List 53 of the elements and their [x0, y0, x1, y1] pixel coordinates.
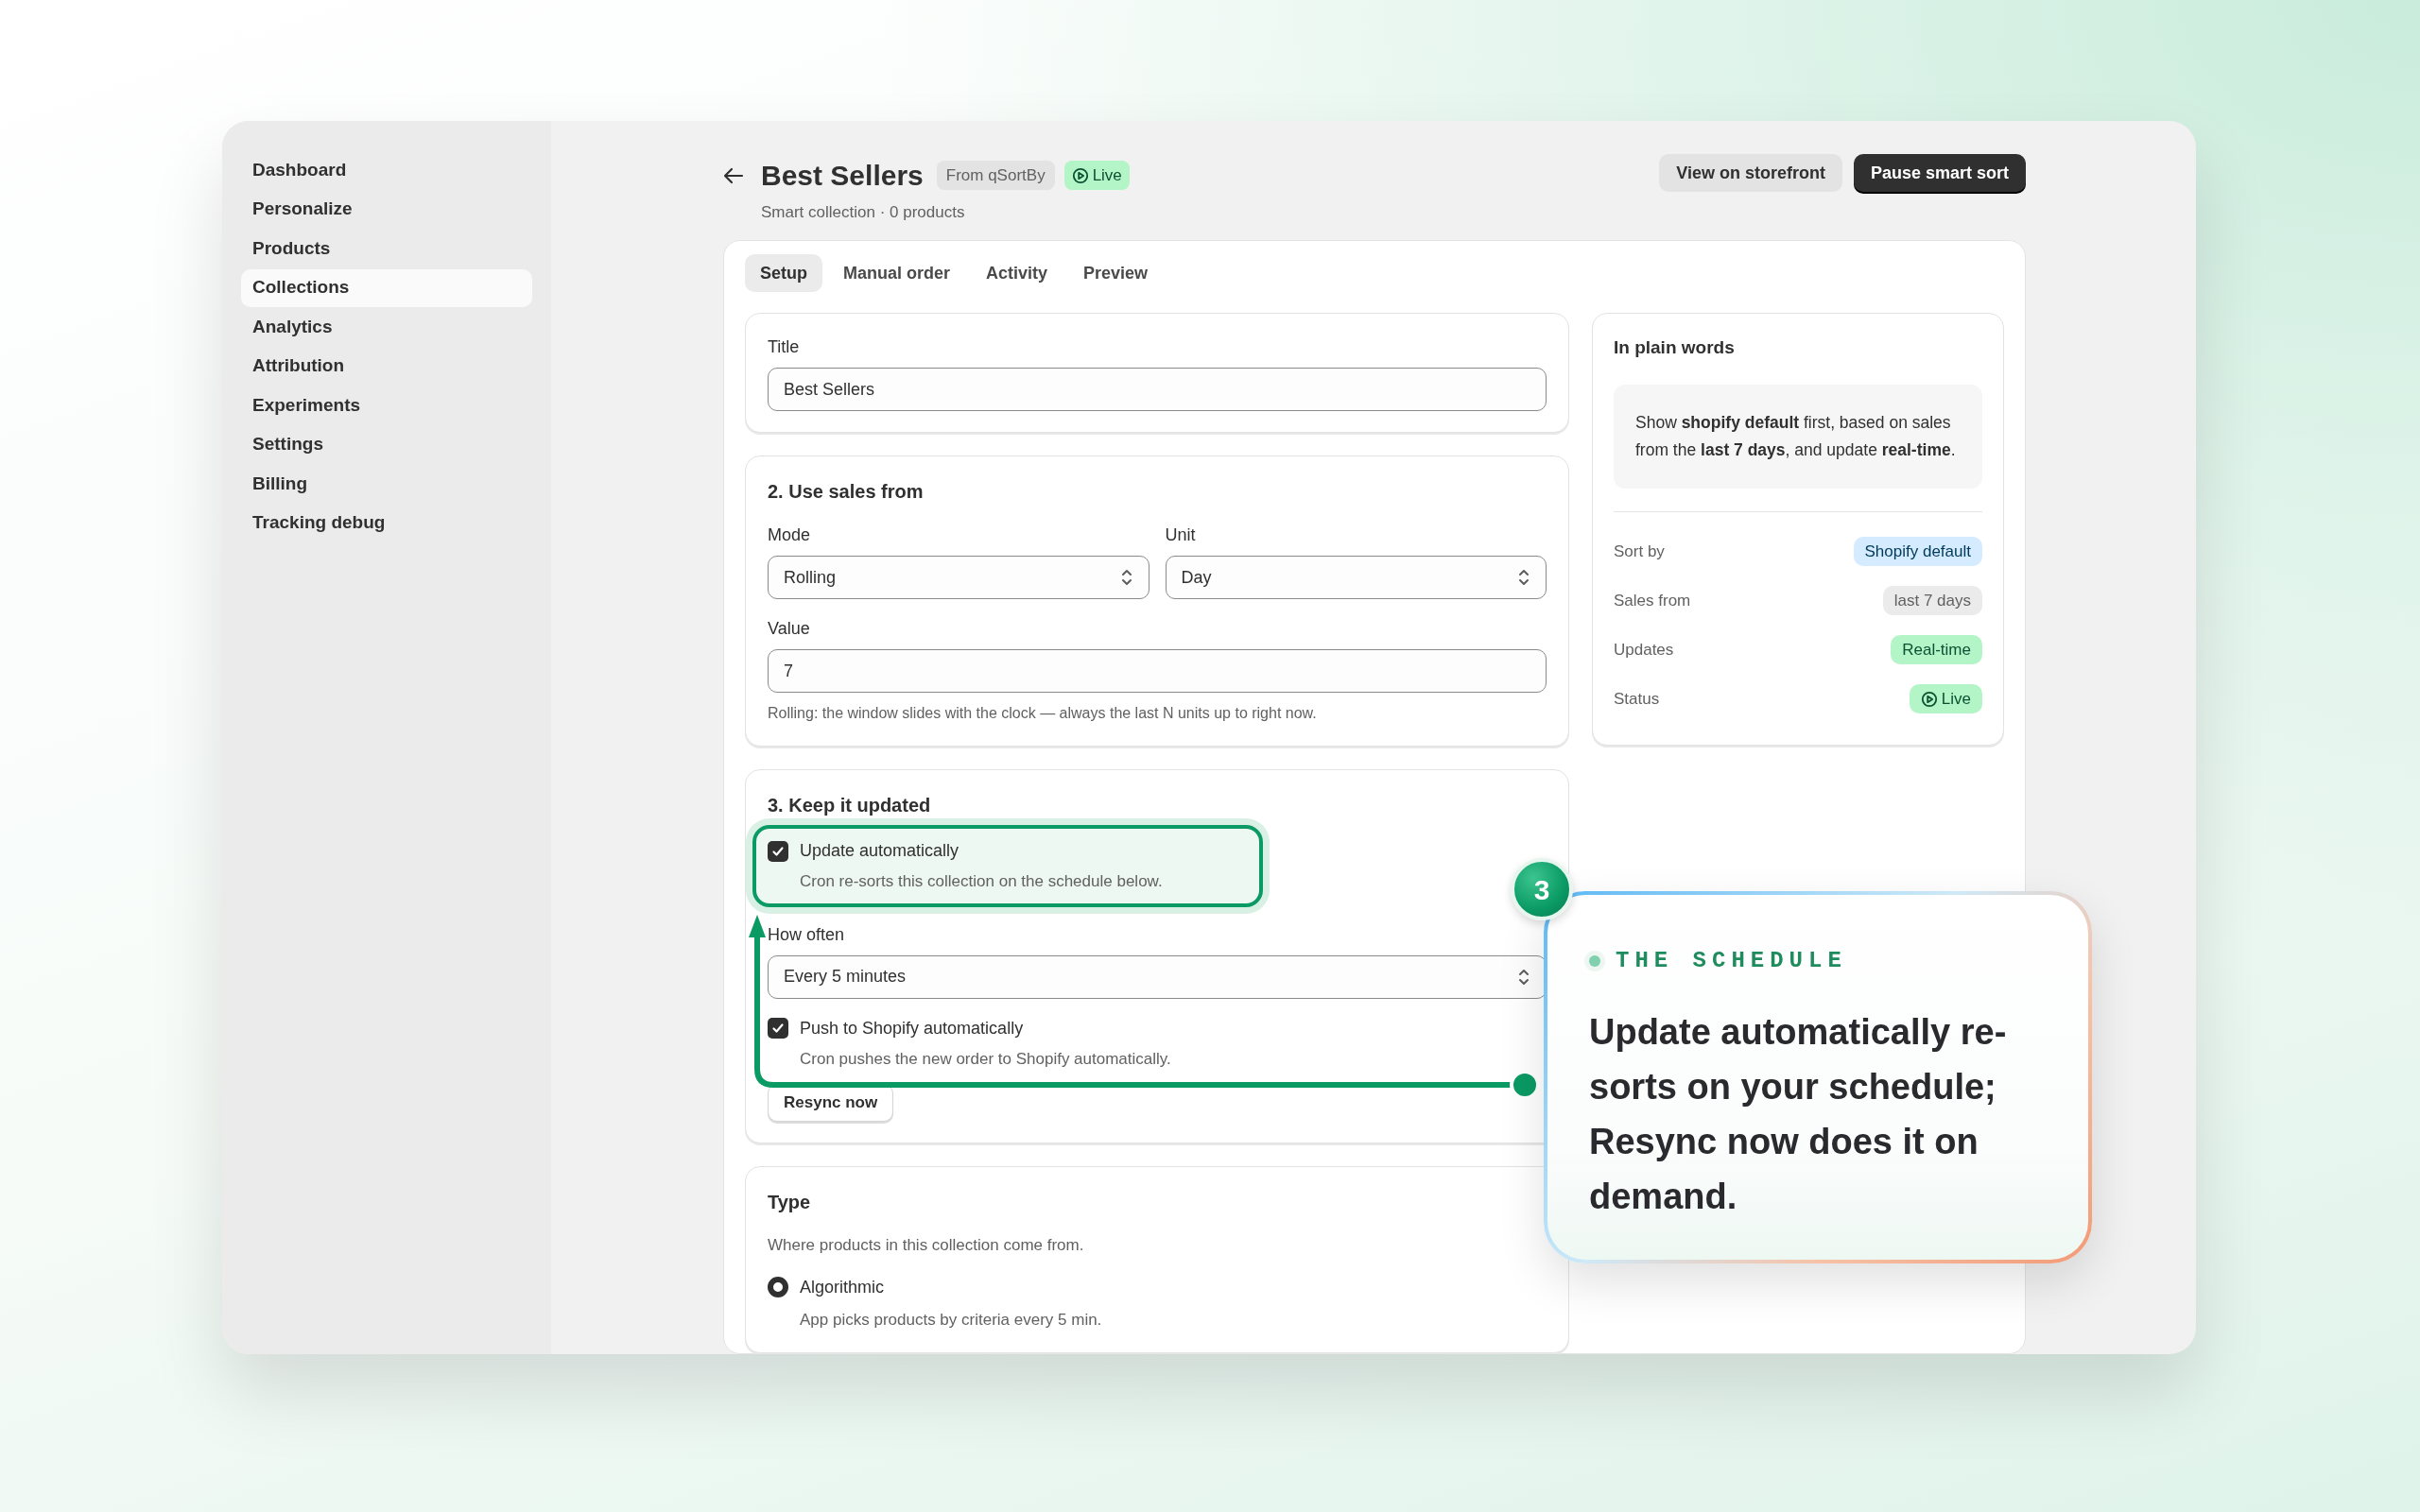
field-label: Unit	[1165, 524, 1197, 546]
field-label: Mode	[768, 524, 812, 546]
field-label: Title	[768, 336, 801, 358]
checkbox-label: Push to Shopify automatically	[800, 1017, 1024, 1040]
summary-tag: last 7 days	[1882, 585, 1982, 616]
tab[interactable]: Setup	[745, 254, 822, 292]
summary-label: Updates	[1614, 639, 1674, 661]
checkbox-description: Cron re-sorts this collection on the schedule below.	[800, 871, 1164, 892]
page-subtitle: Smart collection · 0 products	[761, 202, 966, 223]
section-heading: Type	[768, 1191, 812, 1214]
help-text: Rolling: the window slides with the clock — always the last N units up to right now.	[768, 704, 1318, 723]
section-heading: 2. Use sales from	[768, 480, 925, 504]
checkbox-label: Update automatically	[800, 840, 959, 862]
checkbox-description: Cron pushes the new order to Shopify automatically.	[800, 1048, 1172, 1070]
status-badge: Live	[1063, 160, 1130, 191]
sidebar-item[interactable]: Dashboard	[241, 151, 532, 189]
summary-text: Show shopify default first, based on sales from the last 7 days, and update real-time.	[1614, 384, 1982, 489]
section-heading: 3. Keep it updated	[768, 794, 932, 817]
summary-label: Sort by	[1614, 541, 1665, 562]
summary-tag: Live	[1909, 683, 1982, 714]
sidebar-item[interactable]: Analytics	[241, 308, 532, 346]
summary-label: Status	[1614, 688, 1660, 710]
tab[interactable]: Activity	[971, 254, 1063, 292]
sidebar-item[interactable]: Experiments	[241, 387, 532, 424]
sidebar-item[interactable]: Settings	[241, 425, 532, 464]
section-description: Where products in this collection come from.	[768, 1235, 1085, 1256]
select-field[interactable]: Every 5 minutes	[768, 954, 1547, 999]
value-field[interactable]: 7	[768, 649, 1547, 693]
sidebar-item[interactable]: Personalize	[241, 190, 532, 229]
summary-label: Sales from	[1614, 590, 1691, 611]
summary-tag: Real-time	[1891, 634, 1982, 665]
callout-text: Update automatically re-sorts on your schedule; Resync now does it on demand.	[1589, 1011, 2008, 1218]
field-label: How often	[768, 923, 846, 946]
select-field[interactable]: Rolling	[768, 556, 1150, 599]
sidebar-item[interactable]: Attribution	[241, 347, 532, 386]
sidebar-item[interactable]: Billing	[241, 465, 532, 503]
tab[interactable]: Manual order	[828, 254, 966, 292]
sidebar-item[interactable]: Tracking debug	[241, 504, 532, 542]
radio-description: App picks products by criteria every 5 min.	[800, 1309, 1103, 1331]
sidebar-item[interactable]: Collections	[241, 268, 532, 307]
page-title: Best Sellers	[761, 159, 924, 193]
summary-tag: Shopify default	[1853, 536, 1982, 567]
callout-eyebrow: THE SCHEDULE	[1616, 947, 1847, 975]
source-badge: From qSortBy	[936, 160, 1055, 191]
radio-label: Algorithmic	[800, 1276, 885, 1298]
select-field[interactable]: Day	[1165, 556, 1547, 599]
tab[interactable]: Preview	[1068, 254, 1164, 292]
title-field[interactable]: Best Sellers	[768, 368, 1547, 411]
summary-heading: In plain words	[1614, 336, 1736, 359]
sidebar-item[interactable]: Products	[241, 230, 532, 267]
pause-button[interactable]: Pause smart sort	[1853, 154, 2026, 192]
storefront-button[interactable]: View on storefront	[1659, 154, 1842, 192]
field-label: Value	[768, 618, 811, 640]
